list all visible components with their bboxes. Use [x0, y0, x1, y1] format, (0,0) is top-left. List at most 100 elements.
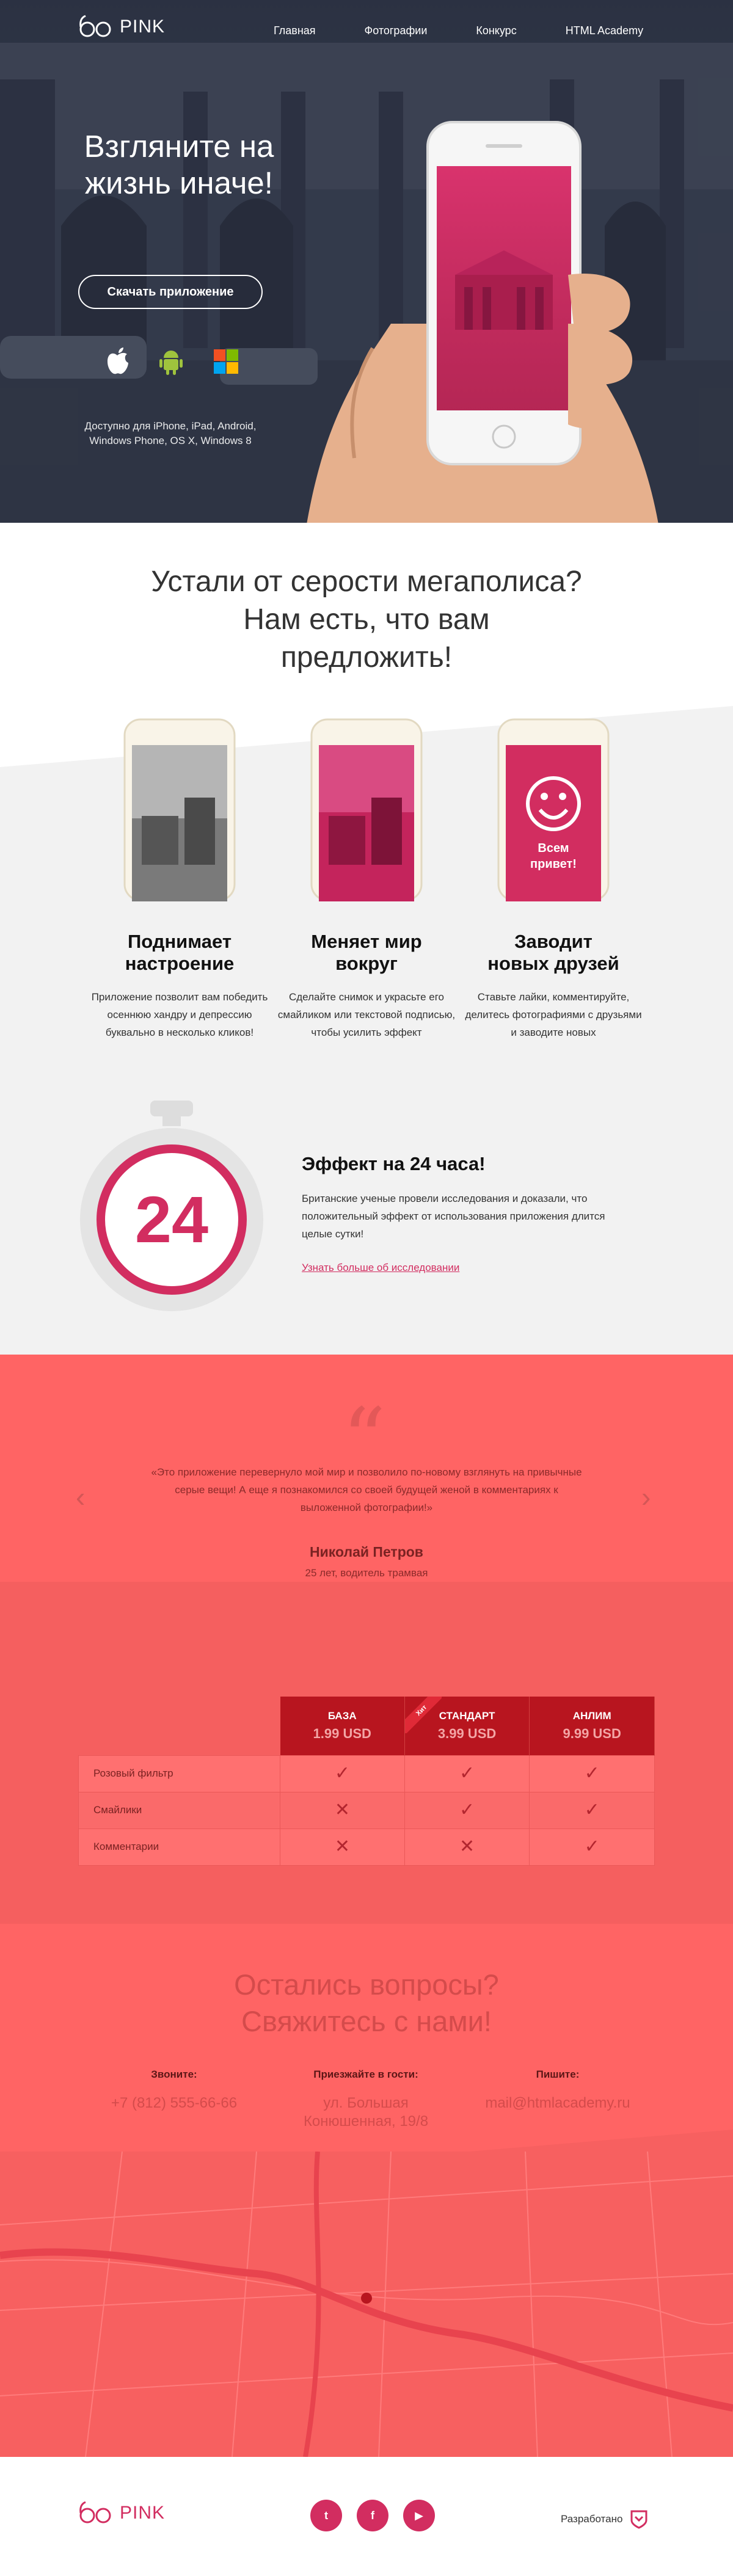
- contact-phone-value[interactable]: +7 (812) 555-66-66: [78, 2094, 270, 2112]
- contact-email: Пишите: mail@htmlacademy.ru: [462, 2068, 654, 2131]
- nav-item-photos[interactable]: Фотографии: [365, 24, 428, 37]
- logo[interactable]: PINK: [78, 15, 165, 39]
- plan-standard: Хит СТАНДАРТ 3.99 USD: [404, 1697, 530, 1755]
- check-icon: ✓: [459, 1763, 475, 1783]
- youtube-icon[interactable]: ▶: [403, 2500, 435, 2531]
- hero-section: PINK Главная Фотографии Конкурс HTML Aca…: [0, 0, 733, 523]
- logo-text: PINK: [120, 16, 166, 37]
- table-row: Комментарии ✕ ✕ ✓: [78, 1828, 655, 1866]
- table-row: Смайлики ✕ ✓ ✓: [78, 1791, 655, 1829]
- research-link[interactable]: Узнать больше об исследовании: [302, 1262, 459, 1274]
- phone-pink-image: [310, 718, 423, 901]
- footer-logo[interactable]: PINK: [78, 2501, 165, 2525]
- cell: ✓: [404, 1791, 530, 1829]
- check-icon: ✓: [334, 1763, 351, 1783]
- windows-icon[interactable]: [213, 348, 239, 375]
- feature-name: Смайлики: [78, 1791, 281, 1829]
- htmlacademy-logo-icon: [630, 2510, 647, 2529]
- effect-number: 24: [134, 1182, 209, 1256]
- nav-item-contest[interactable]: Конкурс: [476, 24, 516, 37]
- contact-email-label: Пишите:: [536, 2068, 580, 2080]
- check-icon: ✓: [584, 1763, 600, 1783]
- table-row: Розовый фильтр ✓ ✓ ✓: [78, 1755, 655, 1792]
- feature-mood: Поднимает настроение Приложение позволит …: [88, 718, 271, 1041]
- features-title-line-3: предложить!: [280, 641, 453, 674]
- contact-phone-label: Звоните:: [151, 2068, 197, 2080]
- prices-table: БАЗА 1.99 USD Хит СТАНДАРТ 3.99 USD АНЛИ…: [78, 1697, 655, 1866]
- plan-unlim: АНЛИМ 9.99 USD: [529, 1697, 655, 1755]
- contact-address-value: ул. Большая Конюшенная, 19/8: [270, 2094, 462, 2131]
- feature-mood-title-line-2: настроение: [125, 953, 235, 974]
- feature-friends-title: Заводит новых друзей: [462, 931, 645, 975]
- cross-icon: ✕: [334, 1800, 351, 1820]
- download-app-button[interactable]: Скачать приложение: [78, 275, 263, 309]
- cell: ✓: [529, 1828, 655, 1866]
- contact-address-line-2: Конюшенная, 19/8: [303, 2113, 429, 2130]
- effect-text: Британские ученые провели исследования и…: [302, 1193, 605, 1240]
- phone-smiley-label-line-1: Всем: [538, 842, 569, 855]
- phone-grayscale-image: [123, 718, 236, 901]
- phone-smiley-label: Всем привет!: [497, 840, 610, 872]
- phone-smiley-label-line-2: привет!: [530, 857, 577, 871]
- facebook-icon[interactable]: f: [357, 2500, 388, 2531]
- platform-icons: [105, 347, 239, 376]
- features-title: Устали от серости мегаполиса? Нам есть, …: [0, 563, 733, 677]
- prices-header-row: БАЗА 1.99 USD Хит СТАНДАРТ 3.99 USD АНЛИ…: [79, 1697, 655, 1755]
- cell: ✕: [280, 1828, 405, 1866]
- cell: ✓: [280, 1755, 405, 1792]
- social-links: t f ▶: [310, 2500, 435, 2531]
- site-footer: PINK t f ▶ Разработано: [0, 2457, 733, 2576]
- plan-name: БАЗА: [327, 1709, 357, 1722]
- contact-email-value[interactable]: mail@htmlacademy.ru: [462, 2094, 654, 2112]
- next-review-chevron-icon[interactable]: ›: [641, 1480, 651, 1513]
- feature-mood-title-line-1: Поднимает: [127, 931, 232, 952]
- glasses-logo-icon: [79, 2501, 111, 2523]
- contacts-title-line-1: Остались вопросы?: [234, 1968, 499, 2001]
- contact-phone: Звоните: +7 (812) 555-66-66: [78, 2068, 270, 2131]
- contacts-title-line-2: Свяжитесь с нами!: [241, 2005, 492, 2037]
- hit-badge: Хит: [404, 1697, 442, 1733]
- twitter-icon[interactable]: t: [310, 2500, 342, 2531]
- effect-title: Эффект на 24 часа!: [302, 1153, 486, 1174]
- phone-smiley-image: [497, 718, 610, 901]
- feature-friends-title-line-1: Заводит: [514, 931, 593, 952]
- features-title-line-2: Нам есть, что вам: [243, 603, 490, 636]
- nav-item-home[interactable]: Главная: [274, 24, 316, 37]
- feature-mood-text: Приложение позволит вам победить осеннюю…: [91, 991, 268, 1038]
- feature-mood-title: Поднимает настроение: [88, 931, 271, 975]
- review-author-role: 25 лет, водитель трамвая: [305, 1567, 428, 1579]
- contact-address: Приезжайте в гости: ул. Большая Конюшенн…: [270, 2068, 462, 2131]
- feature-world-title: Меняет мир вокруг: [275, 931, 458, 975]
- site-header: PINK Главная Фотографии Конкурс HTML Aca…: [0, 0, 733, 67]
- plan-basic: БАЗА 1.99 USD: [280, 1697, 405, 1755]
- plan-price: 1.99 USD: [313, 1725, 371, 1741]
- feature-friends-title-line-2: новых друзей: [487, 953, 619, 974]
- contact-address-line-1: ул. Большая: [323, 2095, 409, 2111]
- hit-badge-label: Хит: [404, 1697, 442, 1733]
- feature-friends: Всем привет! Заводит новых друзей Ставьте…: [462, 718, 645, 1041]
- prev-review-chevron-icon[interactable]: ‹: [76, 1480, 85, 1513]
- features-title-line-1: Устали от серости мегаполиса?: [151, 566, 582, 598]
- android-icon[interactable]: [159, 347, 183, 376]
- stopwatch: 24: [77, 1101, 266, 1314]
- nav-item-htmlacademy[interactable]: HTML Academy: [566, 24, 643, 37]
- phone-smiley: Всем привет!: [497, 718, 610, 901]
- apple-icon[interactable]: [105, 347, 129, 376]
- feature-world: Меняет мир вокруг Сделайте снимок и украс…: [275, 718, 458, 1041]
- developed-by[interactable]: Разработано: [561, 2509, 648, 2529]
- footer-logo-text: PINK: [120, 2503, 166, 2523]
- cell: ✕: [404, 1828, 530, 1866]
- developed-by-label: Разработано: [561, 2513, 623, 2525]
- contacts: Звоните: +7 (812) 555-66-66 Приезжайте в…: [78, 2068, 655, 2131]
- review-author: Николай Петров: [310, 1544, 423, 1560]
- cross-icon: ✕: [334, 1836, 351, 1857]
- map-streets: [0, 2152, 733, 2457]
- check-icon: ✓: [459, 1800, 475, 1820]
- available-platforms-text: Доступно для iPhone, iPad, Android, Wind…: [84, 420, 257, 446]
- hero-title: Взгляните на жизнь иначе!: [84, 129, 274, 200]
- feature-world-text: Сделайте снимок и украсьте его смайликом…: [277, 991, 456, 1038]
- check-icon: ✓: [584, 1836, 600, 1857]
- check-icon: ✓: [584, 1800, 600, 1820]
- map[interactable]: [0, 2152, 733, 2457]
- contact-address-label: Приезжайте в гости:: [313, 2068, 418, 2080]
